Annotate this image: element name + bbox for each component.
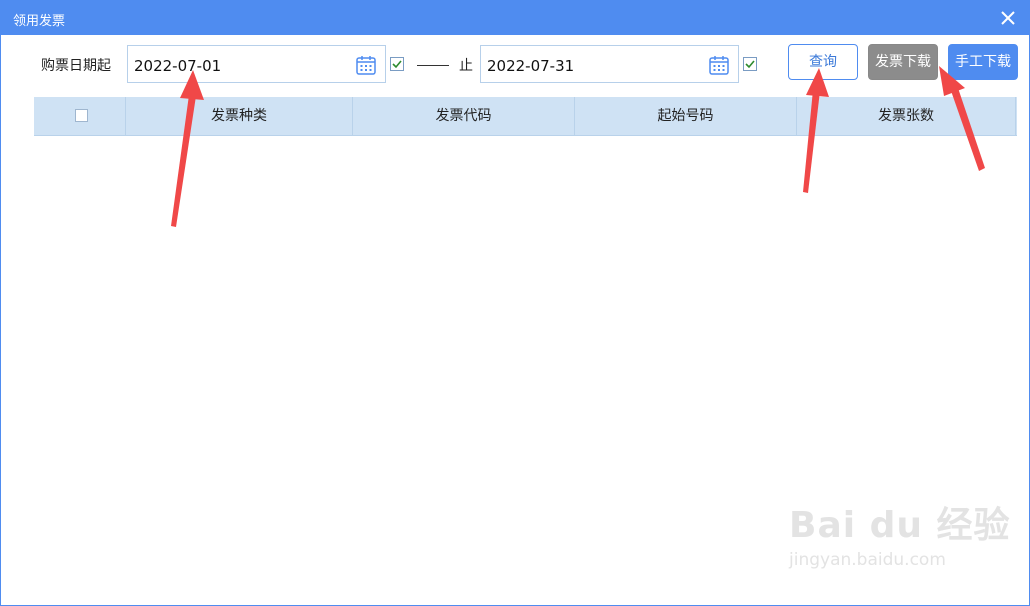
calendar-icon[interactable] — [355, 54, 377, 76]
column-header[interactable]: 发票张数 — [797, 97, 1016, 135]
range-separator — [417, 65, 449, 66]
end-date-field[interactable]: 2022-07-31 — [480, 45, 739, 83]
invoice-download-button[interactable]: 发票下载 — [868, 44, 938, 80]
start-date-field[interactable]: 2022-07-01 — [127, 45, 386, 83]
start-date-label: 购票日期起 — [41, 58, 111, 74]
end-date-value: 2022-07-31 — [487, 57, 575, 75]
close-icon[interactable] — [999, 9, 1017, 27]
end-date-label: 止 — [459, 58, 473, 74]
calendar-icon[interactable] — [708, 54, 730, 76]
dialog-title: 领用发票 — [13, 14, 66, 29]
watermark: Bai du 经验 jingyan.baidu.com — [789, 496, 1011, 570]
column-header[interactable]: 发票种类 — [126, 97, 353, 135]
dialog-window: 领用发票 购票日期起 2022-07-01 止 2022-07-31 查询 发票… — [0, 0, 1030, 606]
select-all-cell — [34, 97, 126, 135]
end-date-checkbox[interactable] — [743, 57, 757, 71]
column-header[interactable]: 起始号码 — [575, 97, 797, 135]
select-all-checkbox[interactable] — [75, 109, 88, 122]
column-header[interactable]: 发票代码 — [353, 97, 575, 135]
start-date-value: 2022-07-01 — [134, 57, 222, 75]
manual-download-button[interactable]: 手工下载 — [948, 44, 1018, 80]
query-button[interactable]: 查询 — [788, 44, 858, 80]
watermark-url: jingyan.baidu.com — [789, 550, 946, 570]
start-date-checkbox[interactable] — [390, 57, 404, 71]
title-bar: 领用发票 — [1, 1, 1029, 35]
table-header: 发票种类 发票代码 起始号码 发票张数 — [34, 97, 1017, 136]
watermark-logo: Bai du 经验 — [789, 505, 1011, 546]
